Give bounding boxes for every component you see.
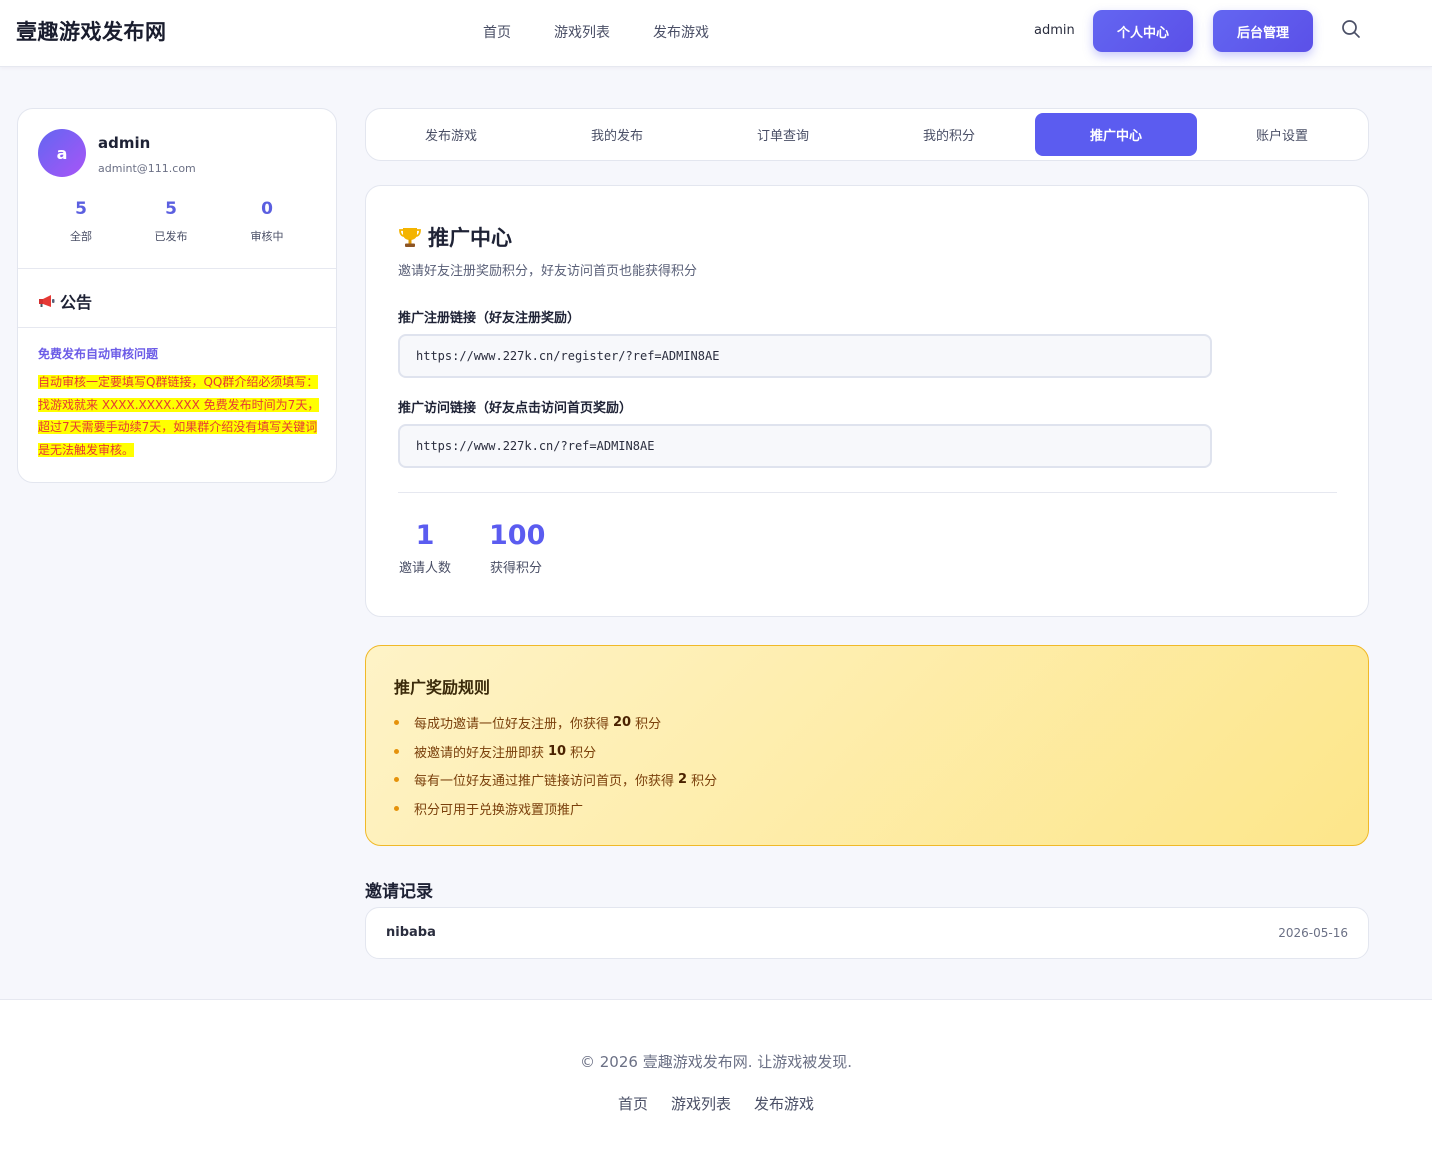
reward-rules-title: 推广奖励规则 [394,678,491,697]
reward-rules-list: 每成功邀请一位好友注册，你获得 20 积分 被邀请的好友注册即获 10 积分 每有一位好… [394,708,717,823]
site-logo[interactable]: 壹趣游戏发布网 [16,16,167,46]
stat-reviewing-label: 审核中 [250,230,284,243]
invite-date: 2026-05-16 [1278,926,1348,940]
rule-number: 20 [613,714,632,730]
rule-item: 积分可用于兑换游戏置顶推广 [394,794,717,823]
announcement-body-text: 自动审核一定要填写Q群链接，QQ群介绍必须填写：找游戏就来 XXXX.XXXX.… [38,375,320,457]
profile-divider [18,268,336,269]
tab-publish-game[interactable]: 发布游戏 [370,113,532,156]
header-username[interactable]: admin [1034,23,1075,38]
stat-reviewing-value: 0 [261,199,273,219]
rule-unit: 积分 [691,774,718,790]
rule-item: 每成功邀请一位好友注册，你获得 20 积分 [394,708,717,737]
footer-link-game-list[interactable]: 游戏列表 [671,1093,731,1114]
announcement-body: 自动审核一定要填写Q群链接，QQ群介绍必须填写：找游戏就来 XXXX.XXXX.… [38,371,320,461]
visit-link-label: 推广访问链接（好友点击访问首页奖励） [398,401,633,416]
table-row[interactable]: nibaba 2026-05-16 [365,907,1369,959]
points-earned-value: 100 [489,520,546,551]
rule-unit: 积分 [570,745,597,761]
footer-link-publish[interactable]: 发布游戏 [754,1093,814,1114]
avatar: a [38,129,86,177]
promotion-divider [398,492,1337,493]
stat-all-value: 5 [75,199,87,219]
rule-item: 被邀请的好友注册即获 10 积分 [394,737,717,766]
invited-count-value: 1 [415,520,435,551]
announcement-divider [18,327,336,328]
rule-text: 每成功邀请一位好友注册，你获得 [414,716,610,732]
profile-email: admint@111.com [98,162,196,175]
nav-publish-game[interactable]: 发布游戏 [653,22,709,42]
invite-records-title: 邀请记录 [365,882,433,902]
promotion-subtitle: 邀请好友注册奖励积分，好友访问首页也能获得积分 [398,264,698,279]
profile-name: admin [98,134,151,152]
footer-copyright: © 2026 壹趣游戏发布网. 让游戏被发现. [579,1053,852,1071]
megaphone-icon [39,295,55,307]
announcement-heading: 公告 [38,289,92,313]
tab-promotion-center[interactable]: 推广中心 [1035,113,1197,156]
tab-bar: 发布游戏 我的发布 订单查询 我的积分 推广中心 账户设置 [365,108,1369,161]
tab-my-publish[interactable]: 我的发布 [536,113,698,156]
points-earned-label: 获得积分 [489,561,542,576]
stat-reviewing[interactable]: 0 审核中 [237,199,297,244]
nav-home[interactable]: 首页 [483,22,511,42]
rule-number: 2 [678,772,688,788]
announcement-link[interactable]: 免费发布自动审核问题 [38,345,158,362]
reward-rules-box: 推广奖励规则 每成功邀请一位好友注册，你获得 20 积分 被邀请的好友注册即获 10 积… [365,645,1369,846]
register-link-label: 推广注册链接（好友注册奖励） [398,311,581,326]
main-nav: 首页 游戏列表 发布游戏 [483,22,709,42]
invited-count-label: 邀请人数 [398,561,451,576]
search-icon[interactable] [1341,19,1361,39]
stat-all-label: 全部 [70,230,92,243]
rule-text: 积分可用于兑换游戏置顶推广 [414,802,584,818]
rule-item: 每有一位好友通过推广链接访问首页，你获得 2 积分 [394,765,717,794]
bullet-icon [394,719,399,725]
visit-link-field[interactable] [398,424,1212,468]
announcement-title: 公告 [60,293,93,312]
register-link-field[interactable] [398,334,1212,378]
promotion-panel: 推广中心 邀请好友注册奖励积分，好友访问首页也能获得积分 推广注册链接（好友注册… [365,185,1369,617]
rule-text: 被邀请的好友注册即获 [414,745,545,761]
promotion-heading: 推广中心 [398,222,512,252]
stat-published[interactable]: 5 已发布 [141,199,201,244]
stat-published-value: 5 [165,199,177,219]
rule-number: 10 [548,743,567,759]
nav-game-list[interactable]: 游戏列表 [554,22,610,42]
points-earned-stat: 100 获得积分 [489,520,546,576]
tab-order-query[interactable]: 订单查询 [702,113,864,156]
site-header: 壹趣游戏发布网 首页 游戏列表 发布游戏 admin 个人中心 后台管理 [0,0,1432,67]
bullet-icon [394,777,399,783]
site-footer: © 2026 壹趣游戏发布网. 让游戏被发现. 首页 游戏列表 发布游戏 [0,999,1432,1150]
tab-account-settings[interactable]: 账户设置 [1201,113,1363,156]
footer-link-home[interactable]: 首页 [618,1093,648,1114]
profile-center-button[interactable]: 个人中心 [1093,10,1193,52]
bullet-icon [394,748,399,754]
tab-my-points[interactable]: 我的积分 [868,113,1030,156]
stat-all[interactable]: 5 全部 [51,199,111,244]
rule-unit: 积分 [635,716,662,732]
invited-count-stat: 1 邀请人数 [398,520,452,576]
footer-links: 首页 游戏列表 发布游戏 [0,1093,1432,1114]
bullet-icon [394,805,399,811]
promotion-title: 推广中心 [428,226,512,250]
admin-panel-button[interactable]: 后台管理 [1213,10,1313,52]
rule-text: 每有一位好友通过推广链接访问首页，你获得 [414,774,675,790]
profile-card: a admin admint@111.com 5 全部 5 已发布 0 审核中 … [17,108,337,483]
invitee-name: nibaba [386,925,436,940]
stat-published-label: 已发布 [154,230,188,243]
trophy-icon [399,228,421,247]
